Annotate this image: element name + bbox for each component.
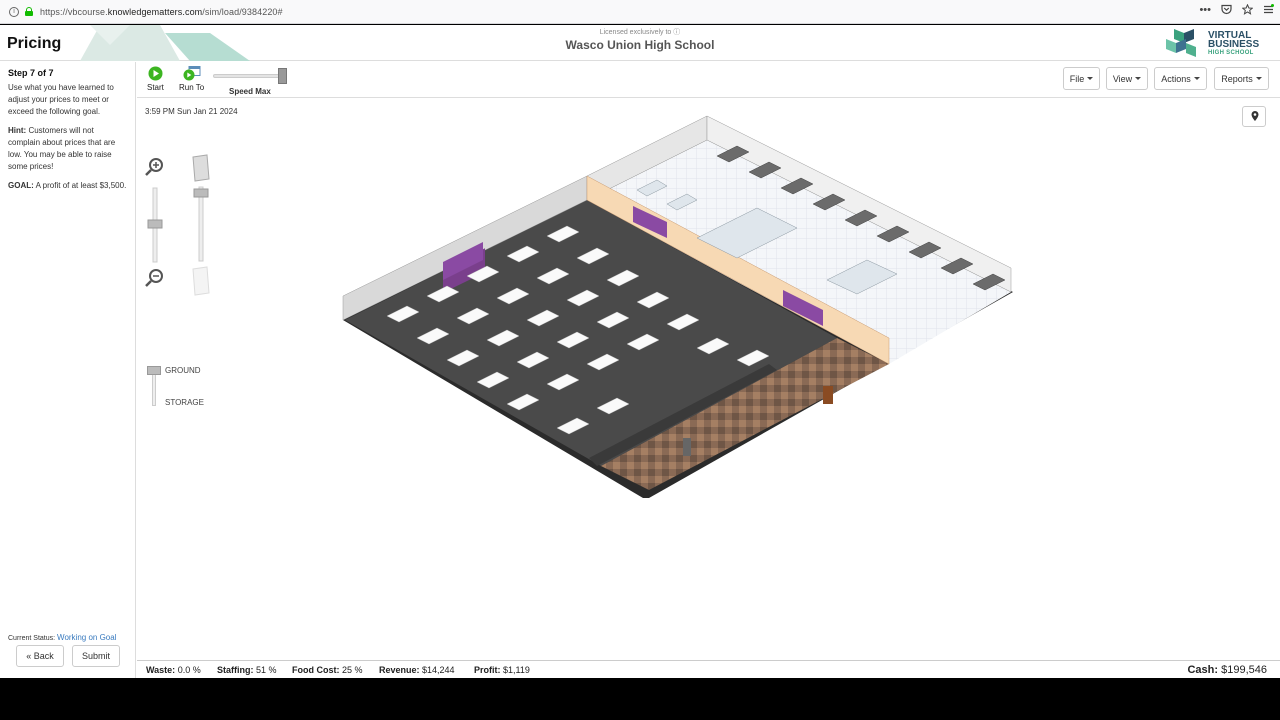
- speed-label: Speed Max: [229, 87, 271, 96]
- map-pin-button[interactable]: [1242, 106, 1266, 127]
- sim-toolbar: Start Run To Speed Max File View Actions…: [137, 62, 1280, 98]
- license-info-icon[interactable]: ⓘ: [673, 29, 680, 36]
- step-indicator: Step 7 of 7: [8, 68, 54, 78]
- zoom-in-icon: [145, 158, 163, 176]
- run-to-icon: [183, 66, 201, 81]
- hamburger-menu-icon[interactable]: [1263, 4, 1274, 18]
- more-icon[interactable]: •••: [1199, 4, 1211, 18]
- current-status: Current Status: Working on Goal: [8, 633, 117, 642]
- waste-metric: Waste: 0.0 %: [146, 665, 201, 675]
- page-title: Pricing: [7, 35, 62, 52]
- metrics-status-bar: Waste: 0.0 % Staffing: 51 % Food Cost: 2…: [137, 660, 1280, 678]
- level-slider-thumb[interactable]: [147, 366, 161, 375]
- url-field[interactable]: https://vbcourse.knowledgematters.com/si…: [40, 7, 283, 17]
- staffing-metric: Staffing: 51 %: [217, 665, 277, 675]
- virtual-business-logo: VIRTUAL BUSINESS HIGH SCHOOL: [1164, 27, 1264, 59]
- sim-datetime: 3:59 PM Sun Jan 21 2024: [145, 107, 238, 116]
- level-storage-label[interactable]: STORAGE: [165, 398, 204, 407]
- goal-text: GOAL: A profit of at least $3,500.: [8, 181, 127, 190]
- caret-down-icon: [1193, 77, 1200, 80]
- submit-button[interactable]: Submit: [72, 645, 120, 667]
- caret-down-icon: [1087, 77, 1094, 80]
- level-ground-label[interactable]: GROUND: [165, 366, 201, 375]
- revenue-metric: Revenue: $14,244: [379, 665, 455, 675]
- zoom-control[interactable]: [145, 156, 169, 292]
- info-icon[interactable]: i: [9, 6, 19, 17]
- license-text: Licensed exclusively to ⓘ: [599, 29, 681, 36]
- play-icon: [148, 66, 163, 81]
- caret-down-icon: [1255, 77, 1262, 80]
- star-icon[interactable]: [1241, 3, 1254, 18]
- caret-down-icon: [1135, 77, 1142, 80]
- view-menu[interactable]: View: [1106, 67, 1148, 90]
- profit-metric: Profit: $1,119: [474, 665, 530, 675]
- instructions-sidebar: Step 7 of 7 Use what you have learned to…: [0, 62, 136, 678]
- file-menu[interactable]: File: [1063, 67, 1100, 90]
- speed-slider[interactable]: [213, 74, 283, 78]
- zoom-out-icon: [145, 269, 163, 287]
- instructions-text: Use what you have learned to adjust your…: [8, 83, 114, 116]
- hint-text: Hint: Customers will not complain about …: [8, 126, 116, 171]
- status-value: Working on Goal: [57, 633, 117, 642]
- school-name: Wasco Union High School: [565, 38, 715, 52]
- run-to-button[interactable]: Run To: [179, 66, 204, 92]
- screen-bottom-bar: [0, 678, 1280, 720]
- actions-menu[interactable]: Actions: [1154, 67, 1207, 90]
- lock-icon: [25, 7, 33, 16]
- header-decoration: [80, 25, 250, 61]
- map-pin-icon: [1251, 111, 1259, 121]
- browser-url-bar: i https://vbcourse.knowledgematters.com/…: [0, 0, 1280, 24]
- cash-balance: Cash: $199,546: [1187, 664, 1267, 676]
- start-button[interactable]: Start: [147, 66, 164, 92]
- reports-menu[interactable]: Reports: [1214, 67, 1269, 90]
- back-button[interactable]: « Back: [16, 645, 64, 667]
- double-chevron-left-icon: «: [26, 651, 34, 661]
- app-header: Pricing Licensed exclusively to ⓘ Wasco …: [0, 25, 1280, 61]
- pocket-icon[interactable]: [1221, 4, 1232, 18]
- tilt-control[interactable]: [191, 153, 213, 297]
- cafeteria-isometric-scene[interactable]: [137, 98, 1280, 660]
- speed-slider-thumb[interactable]: [278, 68, 287, 84]
- app-frame: Pricing Licensed exclusively to ⓘ Wasco …: [0, 25, 1280, 678]
- food-cost-metric: Food Cost: 25 %: [292, 665, 363, 675]
- sim-viewport[interactable]: 3:59 PM Sun Jan 21 2024 GROUND STORAGE: [137, 98, 1280, 660]
